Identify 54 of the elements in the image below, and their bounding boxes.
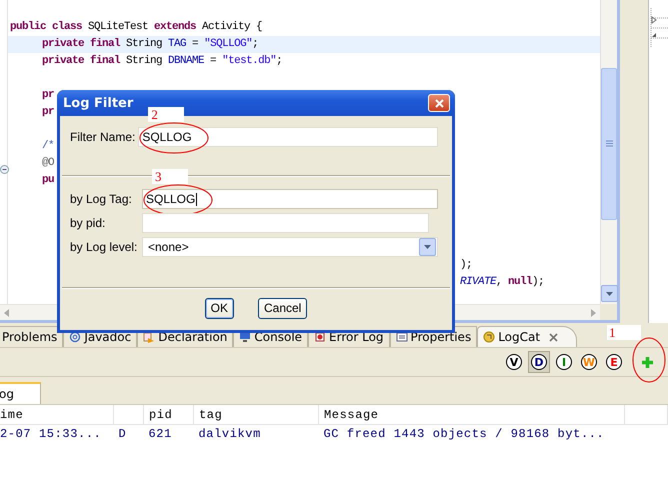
code-line: pr (42, 106, 54, 118)
code-line: @O (42, 157, 54, 169)
code-line: ); (460, 258, 472, 273)
view-icon (314, 331, 326, 343)
code-line: public class SQLiteTest extends Activity { (10, 21, 262, 33)
column-header[interactable]: ime (0, 405, 114, 424)
view-tab[interactable]: Problems (0, 326, 64, 347)
down-arrow-icon (606, 292, 612, 296)
code-line: RIVATE, null); (460, 275, 544, 290)
table-cell: 621 (144, 424, 194, 442)
column-header[interactable]: Message (318, 405, 624, 424)
input-field[interactable]: SQLLOG (138, 127, 438, 147)
left-arrow-icon (4, 308, 9, 316)
view-tab[interactable]: LogCat (477, 326, 578, 347)
log-level-dropdown[interactable]: <none> (142, 237, 438, 257)
right-arrow-icon (591, 308, 596, 316)
code-line: private final String TAG = "SQLLOG"; (42, 38, 258, 50)
dialog-button[interactable]: OK (204, 298, 234, 318)
dropdown-arrow-icon (424, 245, 431, 249)
scroll-down-button[interactable] (600, 285, 618, 302)
log-level-button[interactable]: D (528, 351, 550, 373)
close-icon (434, 98, 444, 108)
scrollbar-thumb[interactable] (601, 68, 617, 220)
table-cell: D (114, 424, 144, 442)
input-field[interactable] (142, 213, 429, 233)
dialog-button[interactable]: Cancel (258, 298, 308, 318)
close-icon[interactable] (549, 332, 558, 342)
step-number: 2 (148, 107, 184, 122)
close-button[interactable] (428, 94, 450, 112)
view-icon (69, 331, 82, 343)
highlight-ellipse (632, 337, 666, 383)
plus-icon (640, 356, 654, 368)
code-line: /* (42, 140, 54, 152)
log-tab[interactable]: og (0, 382, 41, 404)
column-header[interactable]: pid (144, 405, 194, 424)
step-number: 1 (607, 325, 641, 340)
code-line: pr (42, 89, 54, 101)
view-icon (483, 331, 496, 343)
highlight-ellipse (139, 122, 210, 154)
field-label: Filter Name: (70, 130, 136, 144)
view-icon (396, 331, 408, 343)
field-label: by pid: (70, 216, 106, 230)
column-header[interactable]: tag (194, 405, 318, 424)
table-cell: dalvikvm (194, 424, 318, 442)
field-label: by Log level: (70, 240, 138, 254)
step-number: 3 (152, 169, 188, 184)
code-line: pu (42, 174, 54, 186)
code-line: private final String DBNAME = "test.db"; (42, 55, 282, 67)
dialog-title: Log Filter (63, 96, 134, 110)
table-cell: GC freed 1443 objects / 98168 byt... (318, 424, 624, 442)
input-field[interactable]: SQLLOG (142, 189, 438, 209)
fold-minus-icon[interactable] (0, 165, 9, 174)
field-label: by Log Tag: (70, 192, 133, 206)
table-cell: 2-07 15:33... (0, 424, 114, 442)
